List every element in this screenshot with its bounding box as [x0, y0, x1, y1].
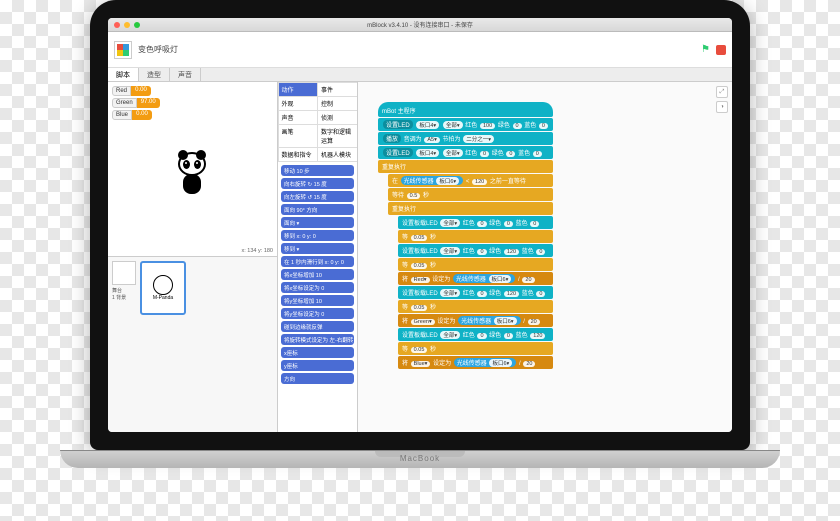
palette-block[interactable]: 面向 ▾	[281, 217, 354, 228]
script-block[interactable]: 播放 音调为 A5▾ 节拍为 二分之一▾	[378, 132, 553, 145]
stop-icon[interactable]	[716, 45, 726, 55]
stage-var-green: Green97.00	[112, 98, 160, 108]
category-声音[interactable]: 声音	[278, 110, 318, 125]
window-title: mBlock v3.4.10 - 没有连接串口 - 未保存	[367, 20, 473, 29]
category-事件[interactable]: 事件	[317, 82, 358, 97]
tab-costumes[interactable]: 造型	[139, 68, 170, 81]
palette-block[interactable]: y座标	[281, 360, 354, 371]
script-block[interactable]: 等 0.05 秒	[398, 300, 553, 313]
palette-block[interactable]: 向左旋转 ↺ 15 度	[281, 191, 354, 202]
palette-block[interactable]: 将旋转模式设定为 左-右翻转 ▾	[281, 334, 354, 345]
palette-block[interactable]: 移到 ▾	[281, 243, 354, 254]
script-block[interactable]: 设置LED 板口4▾ 全部▾ 红色 100 绿色 0 蓝色 0	[378, 118, 553, 131]
stage[interactable]: Red0.00 Green97.00 Blue0.00 x: 134 y: 18…	[108, 82, 277, 257]
category-动作[interactable]: 动作	[278, 82, 318, 97]
stage-var-red: Red0.00	[112, 86, 160, 96]
script-block[interactable]: 将 Green▾ 设定为 光线传感器 板口6▾ / 20	[398, 314, 553, 327]
sprite-thumb-label: M-Panda	[153, 295, 173, 301]
window-titlebar: mBlock v3.4.10 - 没有连接串口 - 未保存	[108, 18, 732, 32]
sprite-panda-icon[interactable]	[172, 152, 212, 202]
stage-var-blue: Blue0.00	[112, 110, 160, 120]
green-flag-icon[interactable]: ⚑	[701, 44, 710, 55]
canvas-tool-icon[interactable]: ⤢	[716, 86, 728, 98]
script-block[interactable]: 设置板载LED 全部▾ 红色 0 绿色 0 蓝色 120	[398, 328, 553, 341]
palette-block[interactable]: x座标	[281, 347, 354, 358]
palette-block[interactable]: 移到 x: 0 y: 0	[281, 230, 354, 241]
category-外观[interactable]: 外观	[278, 96, 318, 111]
minimize-icon[interactable]	[124, 22, 130, 28]
close-icon[interactable]	[114, 22, 120, 28]
macbook-brand: MacBook	[400, 454, 440, 463]
tab-bar: 脚本 造型 声音	[108, 68, 732, 82]
palette-block[interactable]: 移动 10 步	[281, 165, 354, 176]
stage-coords: x: 134 y: 180	[242, 248, 274, 254]
sprite-panel: 舞台 1 背景 M-Panda	[108, 257, 277, 432]
category-侦测[interactable]: 侦测	[317, 110, 358, 125]
backdrop-thumb[interactable]	[112, 261, 136, 285]
tab-scripts[interactable]: 脚本	[108, 68, 139, 81]
palette-block[interactable]: 碰到边缘就反弹	[281, 321, 354, 332]
palette-block[interactable]: 将y坐标设定为 0	[281, 308, 354, 319]
tab-sounds[interactable]: 声音	[170, 68, 201, 81]
palette-block[interactable]: 将x坐标设定为 0	[281, 282, 354, 293]
script-block[interactable]: 设置板载LED 全部▾ 红色 0 绿色 120 蓝色 0	[398, 286, 553, 299]
category-数字和逻辑运算[interactable]: 数字和逻辑运算	[317, 124, 358, 148]
palette-block[interactable]: 方向	[281, 373, 354, 384]
app-logo-icon	[114, 41, 132, 59]
script-block[interactable]: 等 0.05 秒	[398, 230, 553, 243]
palette-block[interactable]: 将y坐标增加 10	[281, 295, 354, 306]
palette-block[interactable]: 将x坐标增加 10	[281, 269, 354, 280]
script-block[interactable]: mBot 主程序	[378, 102, 553, 117]
palette-block[interactable]: 向右旋转 ↻ 15 度	[281, 178, 354, 189]
script-block[interactable]: 重复执行	[378, 160, 553, 173]
palette-block[interactable]: 在 1 秒内滑行到 x: 0 y: 0	[281, 256, 354, 267]
block-palette: 动作事件外观控制声音侦测画笔数字和逻辑运算数据和指令机器人模块 移动 10 步向…	[278, 82, 358, 432]
category-画笔[interactable]: 画笔	[278, 124, 318, 148]
script-block[interactable]: 设置板载LED 全部▾ 红色 0 绿色 120 蓝色 0	[398, 244, 553, 257]
canvas-tool-icon[interactable]: ◑	[716, 101, 728, 113]
project-title: 变色呼吸灯	[138, 44, 178, 55]
script-block[interactable]: 设置板载LED 全部▾ 红色 0 绿色 0 蓝色 0	[398, 216, 553, 229]
palette-block[interactable]: 面向 90° 方向	[281, 204, 354, 215]
category-数据和指令[interactable]: 数据和指令	[278, 147, 318, 162]
script-block[interactable]: 等 0.05 秒	[398, 258, 553, 271]
sprite-thumb-panda[interactable]: M-Panda	[140, 261, 186, 315]
script-block[interactable]: 等 0.05 秒	[398, 342, 553, 355]
script-block[interactable]: 在 光线传感器 板口6▾ < 120 之前一直等待	[388, 174, 553, 187]
script-block[interactable]: 将 Red▾ 设定为 光线传感器 板口6▾ / 20	[398, 272, 553, 285]
script-block[interactable]: 等待 0.5 秒	[388, 188, 553, 201]
script-canvas[interactable]: ⤢ ◑ mBot 主程序设置LED 板口4▾ 全部▾ 红色 100 绿色 0 蓝…	[358, 82, 732, 432]
category-控制[interactable]: 控制	[317, 96, 358, 111]
backdrop-label: 舞台 1 背景	[112, 287, 136, 301]
script-block[interactable]: 设置LED 板口4▾ 全部▾ 红色 0 绿色 0 蓝色 0	[378, 146, 553, 159]
zoom-icon[interactable]	[134, 22, 140, 28]
category-机器人模块[interactable]: 机器人模块	[317, 147, 358, 162]
toolbar: 变色呼吸灯 ⚑	[108, 32, 732, 68]
script-block[interactable]: 重复执行	[388, 202, 553, 215]
script-block[interactable]: 将 Blue▾ 设定为 光线传感器 板口6▾ / 20	[398, 356, 553, 369]
